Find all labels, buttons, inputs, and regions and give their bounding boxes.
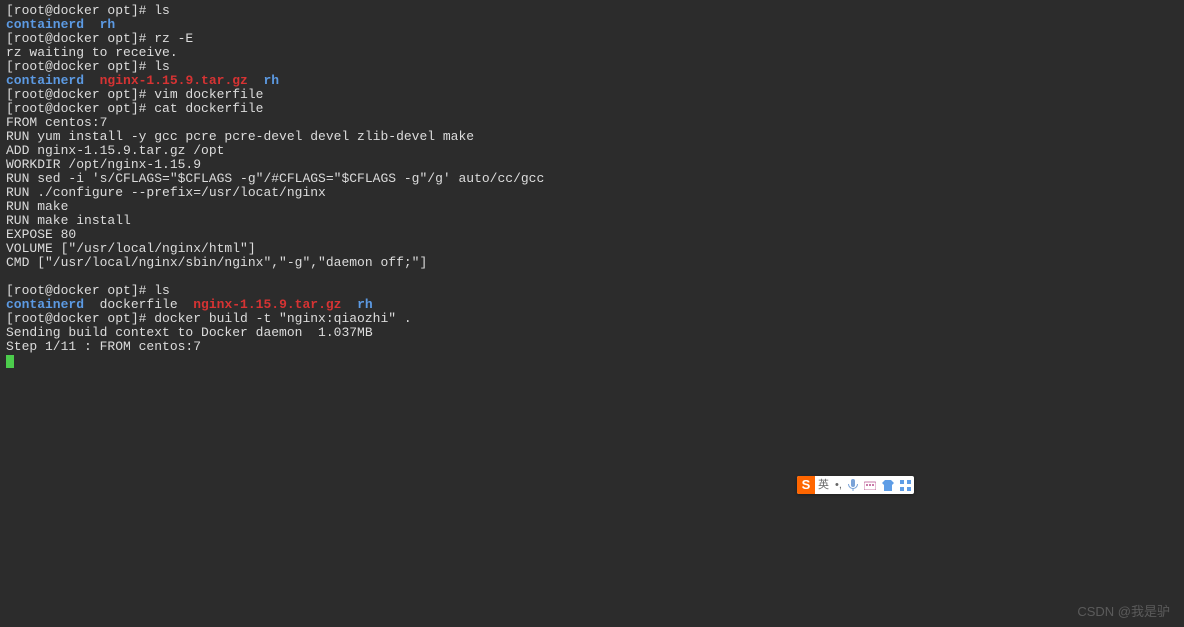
ime-language-toggle[interactable]: 英	[815, 478, 832, 492]
dockerfile-line: CMD ["/usr/local/nginx/sbin/nginx","-g",…	[6, 256, 1178, 270]
terminal-line: [root@docker opt]# ls	[6, 60, 1178, 74]
dockerfile-line: VOLUME ["/usr/local/nginx/html"]	[6, 242, 1178, 256]
keyboard-icon[interactable]	[861, 480, 879, 490]
microphone-icon[interactable]	[845, 479, 861, 491]
cursor-line[interactable]	[6, 354, 1178, 368]
directory: containerd	[6, 17, 84, 32]
terminal-line: rz waiting to receive.	[6, 46, 1178, 60]
skin-icon[interactable]	[879, 480, 897, 491]
toolbox-icon[interactable]	[897, 480, 914, 491]
watermark: CSDN @我是驴	[1077, 605, 1170, 619]
terminal-line: [root@docker opt]# ls	[6, 284, 1178, 298]
terminal-line: containerd dockerfile nginx-1.15.9.tar.g…	[6, 298, 1178, 312]
terminal-line: [root@docker opt]# cat dockerfile	[6, 102, 1178, 116]
dockerfile-line: ADD nginx-1.15.9.tar.gz /opt	[6, 144, 1178, 158]
directory: rh	[357, 297, 373, 312]
dockerfile-line: WORKDIR /opt/nginx-1.15.9	[6, 158, 1178, 172]
build-output: Sending build context to Docker daemon 1…	[6, 326, 1178, 340]
terminal-line: containerd nginx-1.15.9.tar.gz rh	[6, 74, 1178, 88]
terminal-line: [root@docker opt]# docker build -t "ngin…	[6, 312, 1178, 326]
ime-toolbar[interactable]: S 英 •,	[797, 476, 914, 494]
dockerfile-line: RUN sed -i 's/CFLAGS="$CFLAGS -g"/#CFLAG…	[6, 172, 1178, 186]
ime-punctuation-toggle[interactable]: •,	[832, 478, 845, 492]
terminal-line: [root@docker opt]# rz -E	[6, 32, 1178, 46]
file: dockerfile	[100, 297, 178, 312]
directory: rh	[100, 17, 116, 32]
terminal-line: [root@docker opt]# vim dockerfile	[6, 88, 1178, 102]
dockerfile-line: RUN make install	[6, 214, 1178, 228]
blank-line	[6, 270, 1178, 284]
build-output: Step 1/11 : FROM centos:7	[6, 340, 1178, 354]
dockerfile-line: EXPOSE 80	[6, 228, 1178, 242]
dockerfile-line: FROM centos:7	[6, 116, 1178, 130]
cursor-icon	[6, 355, 14, 368]
dockerfile-line: RUN make	[6, 200, 1178, 214]
directory: containerd	[6, 297, 84, 312]
ime-logo-icon[interactable]: S	[797, 476, 815, 494]
terminal-line: [root@docker opt]# ls	[6, 4, 1178, 18]
archive-file: nginx-1.15.9.tar.gz	[100, 73, 248, 88]
terminal-line: containerd rh	[6, 18, 1178, 32]
dockerfile-line: RUN yum install -y gcc pcre pcre-devel d…	[6, 130, 1178, 144]
directory: rh	[263, 73, 279, 88]
dockerfile-line: RUN ./configure --prefix=/usr/locat/ngin…	[6, 186, 1178, 200]
archive-file: nginx-1.15.9.tar.gz	[193, 297, 341, 312]
directory: containerd	[6, 73, 84, 88]
